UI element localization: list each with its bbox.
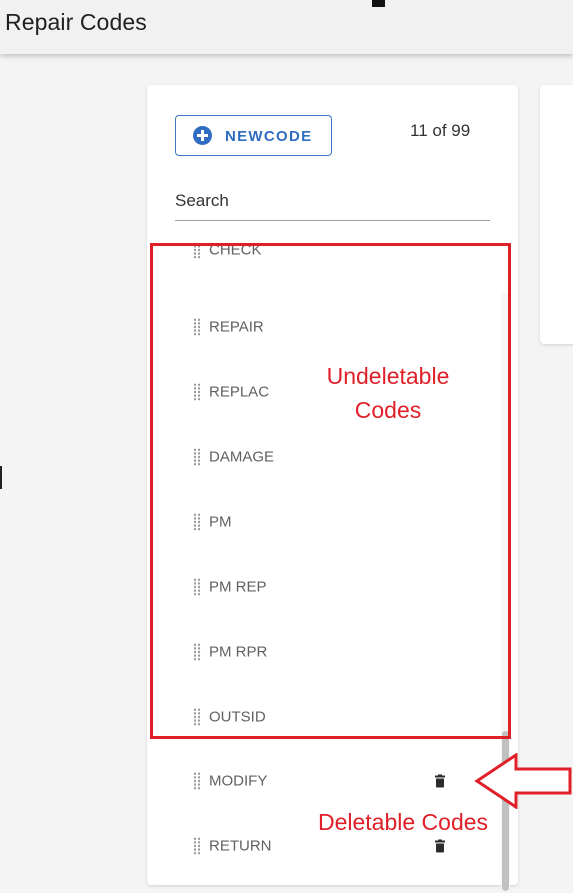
deletable-annotation-label: Deletable Codes <box>317 809 489 835</box>
drag-handle-icon[interactable] <box>193 771 201 790</box>
code-label: RETURN <box>209 837 272 854</box>
app-header: Repair Codes <box>0 0 573 54</box>
trash-icon[interactable] <box>435 774 445 787</box>
undeletable-annotation-box <box>150 243 511 739</box>
new-code-label: NEWCODE <box>225 128 313 145</box>
arrow-left-icon <box>474 753 572 809</box>
detail-panel <box>540 85 573 344</box>
record-count: 11 of 99 <box>410 121 471 140</box>
trash-icon[interactable] <box>435 839 445 852</box>
left-edge-marker <box>0 466 2 489</box>
undeletable-annotation-line: Codes <box>354 397 422 423</box>
list-item[interactable]: MODIFY <box>147 748 487 813</box>
page-title: Repair Codes <box>5 9 147 35</box>
search-field[interactable]: Search <box>175 188 490 221</box>
search-label: Search <box>175 191 229 210</box>
plus-circle-icon <box>193 126 212 145</box>
header-marker <box>372 0 385 7</box>
new-code-button[interactable]: NEWCODE <box>175 115 332 156</box>
undeletable-annotation-label: Undeletable Codes <box>300 359 476 427</box>
drag-handle-icon[interactable] <box>193 836 201 855</box>
undeletable-annotation-line: Undeletable <box>326 363 450 389</box>
code-label: MODIFY <box>209 772 268 789</box>
